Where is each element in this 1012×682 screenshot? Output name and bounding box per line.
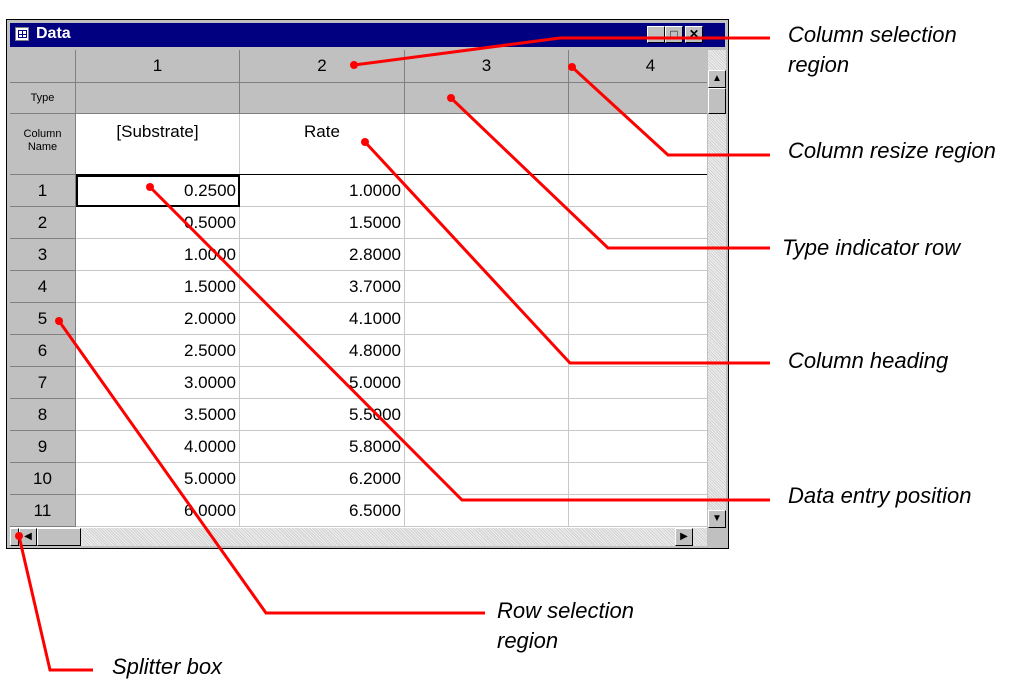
callout-type-indicator: Type indicator row <box>782 235 961 260</box>
callout-line-column-resize <box>570 65 770 157</box>
callout-dot-splitter <box>15 532 23 540</box>
callout-line-splitter <box>17 535 93 672</box>
callout-column-selection: Column selection region <box>788 22 957 77</box>
callout-dot-column-resize <box>568 63 576 71</box>
callout-dot-column-heading <box>361 138 369 146</box>
callout-line-data-entry <box>148 185 770 502</box>
callout-column-heading: Column heading <box>788 348 949 373</box>
callout-data-entry: Data entry position <box>788 483 972 508</box>
callout-line-column-heading <box>363 140 770 365</box>
callout-dot-data-entry <box>146 183 154 191</box>
callout-row-selection: Row selection region <box>497 598 634 653</box>
callout-dot-type-indicator <box>447 94 455 102</box>
callout-dot-column-selection <box>350 61 358 69</box>
callout-lines <box>15 36 770 672</box>
callout-dot-row-selection <box>55 317 63 325</box>
callout-line-column-selection <box>353 36 770 67</box>
callout-line-type-indicator <box>449 96 770 250</box>
callout-column-resize: Column resize region <box>788 138 996 163</box>
callout-line-row-selection <box>57 320 485 615</box>
